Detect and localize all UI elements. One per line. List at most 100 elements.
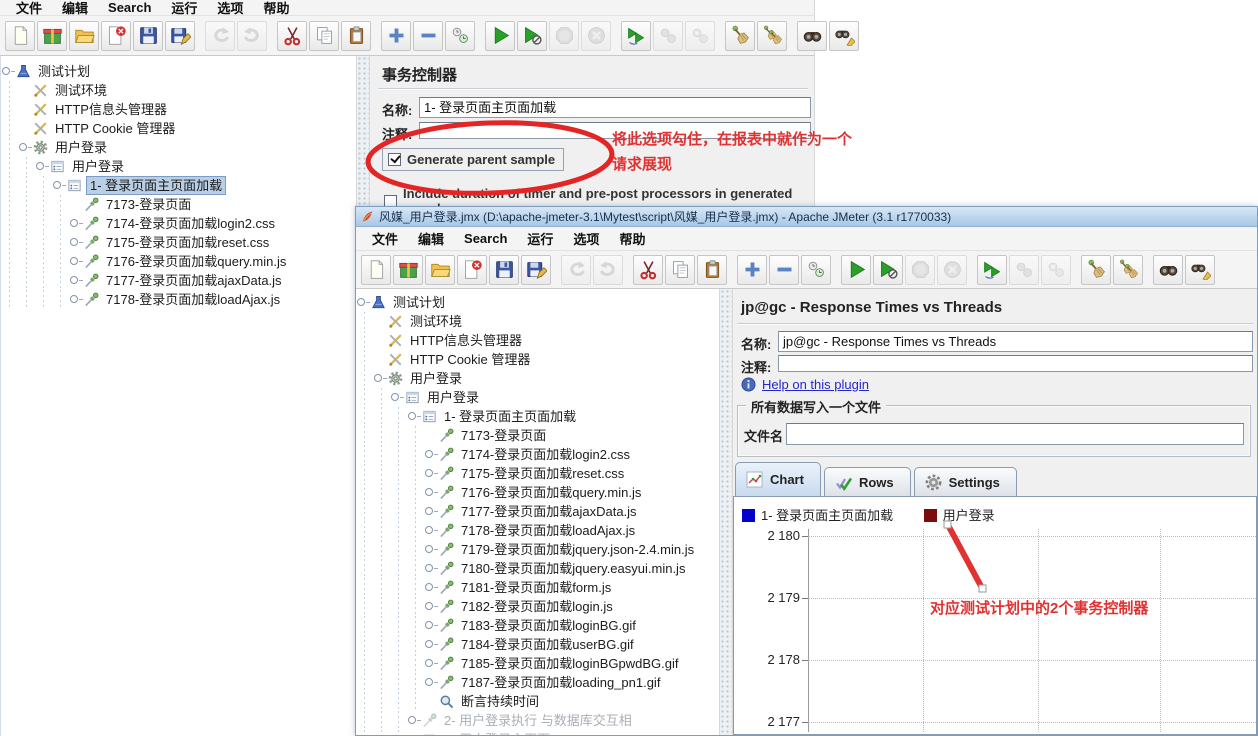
tree-item[interactable]: 7176-登录页面加载query.min.js [356, 483, 719, 502]
tree-expand-handle[interactable] [407, 714, 421, 727]
clear-button[interactable] [725, 20, 755, 51]
save-as-button[interactable] [165, 20, 195, 51]
tree-expand-handle[interactable] [424, 600, 438, 613]
menu-item-5[interactable]: 帮助 [609, 228, 655, 249]
tree-expand-handle[interactable] [424, 676, 438, 689]
tree-expand-handle[interactable] [424, 581, 438, 594]
tree-expand-handle[interactable] [424, 448, 438, 461]
add-button[interactable] [737, 254, 767, 285]
tree-item[interactable]: 7181-登录页面加载form.js [356, 578, 719, 597]
tree-item[interactable]: HTTP Cookie 管理器 [1, 119, 356, 138]
templates-button[interactable] [393, 254, 423, 285]
save-button[interactable] [489, 254, 519, 285]
tree-item[interactable]: 用户登录 [1, 157, 356, 176]
copy-button[interactable] [665, 254, 695, 285]
tree-item[interactable]: 7183-登录页面加载loginBG.gif [356, 616, 719, 635]
menu-item-4[interactable]: 选项 [563, 228, 609, 249]
tab-rows[interactable]: Rows [823, 467, 911, 496]
tree-expand-handle[interactable] [407, 733, 420, 735]
menu-item-0[interactable]: 文件 [362, 228, 408, 249]
tree-item[interactable]: 1- 登录页面主页面加载 [1, 176, 356, 195]
start-no-pauses-button[interactable] [873, 254, 903, 285]
tree-item[interactable]: 7175-登录页面加载reset.css [1, 233, 356, 252]
tree-expand-handle[interactable] [18, 141, 32, 154]
tree-expand-handle[interactable] [35, 160, 49, 173]
tree-item[interactable]: 7187-登录页面加载loading_pn1.gif [356, 673, 719, 692]
tree-item[interactable]: 7180-登录页面加载jquery.easyui.min.js [356, 559, 719, 578]
tab-chart[interactable]: Chart [735, 462, 821, 496]
clear-button[interactable] [1081, 254, 1111, 285]
tree-expand-handle[interactable] [356, 296, 370, 309]
tree-item[interactable]: 用户登录 [356, 369, 719, 388]
tree-expand-handle[interactable] [373, 372, 387, 385]
tree-expand-handle[interactable] [424, 543, 438, 556]
tree-expand-handle[interactable] [69, 255, 83, 268]
tree-item[interactable]: 7174-登录页面加载login2.css [1, 214, 356, 233]
tree-item[interactable]: 7179-登录页面加载jquery.json-2.4.min.js [356, 540, 719, 559]
tree-item[interactable]: 7177-登录页面加载ajaxData.js [356, 502, 719, 521]
name-input[interactable]: jp@gc - Response Times vs Threads [778, 331, 1253, 352]
clear-all-button[interactable] [757, 20, 787, 51]
tree-expand-handle[interactable] [69, 293, 83, 306]
search-reset-button[interactable] [829, 20, 859, 51]
splitter[interactable] [719, 289, 733, 735]
close-file-button[interactable] [101, 20, 131, 51]
tree-item[interactable]: 7185-登录页面加载loginBGpwdBG.gif [356, 654, 719, 673]
tree-item[interactable]: 断言持续时间 [356, 692, 719, 711]
add-button[interactable] [381, 20, 411, 51]
tree-item[interactable]: 7182-登录页面加载login.js [356, 597, 719, 616]
tree-expand-handle[interactable] [424, 638, 438, 651]
tree-item[interactable]: 测试环境 [356, 312, 719, 331]
new-file-button[interactable] [361, 254, 391, 285]
window-titlebar[interactable]: 风媒_用户登录.jmx (D:\apache-jmeter-3.1\Mytest… [356, 207, 1257, 227]
tree-item[interactable]: 测试环境 [1, 81, 356, 100]
generate-parent-sample-checkbox[interactable]: Generate parent sample [382, 148, 565, 171]
tree-item[interactable]: 7173-登录页面 [356, 426, 719, 445]
copy-button[interactable] [309, 20, 339, 51]
name-input[interactable]: 1- 登录页面主页面加载 [419, 97, 811, 118]
tree-item[interactable]: 7184-登录页面加载userBG.gif [356, 635, 719, 654]
tree-expand-handle[interactable] [69, 274, 83, 287]
tree-item[interactable]: 7178-登录页面加载loadAjax.js [1, 290, 356, 309]
tree-expand-handle[interactable] [424, 524, 438, 537]
tree-expand-handle[interactable] [390, 391, 404, 404]
remote-start-all-button[interactable] [977, 254, 1007, 285]
tree-item[interactable]: 1- 登录页面主页面加载 [356, 407, 719, 426]
cut-button[interactable] [633, 254, 663, 285]
start-button[interactable] [841, 254, 871, 285]
new-file-button[interactable] [5, 20, 35, 51]
tree-item[interactable]: HTTP信息头管理器 [1, 100, 356, 119]
open-file-button[interactable] [425, 254, 455, 285]
open-file-button[interactable] [69, 20, 99, 51]
tree-expand-handle[interactable] [69, 217, 83, 230]
close-file-button[interactable] [457, 254, 487, 285]
tree-item[interactable]: 7175-登录页面加载reset.css [356, 464, 719, 483]
tree-expand-handle[interactable] [424, 505, 438, 518]
comment-input[interactable] [778, 355, 1253, 372]
start-no-pauses-button[interactable] [517, 20, 547, 51]
tree-expand-handle[interactable] [52, 179, 66, 192]
tree-item[interactable]: HTTP信息头管理器 [356, 331, 719, 350]
search-button[interactable] [1153, 254, 1183, 285]
menu-item-2[interactable]: Search [454, 230, 517, 247]
tree-item[interactable]: 用户登录 [1, 138, 356, 157]
tree-expand-handle[interactable] [1, 65, 15, 78]
search-reset-button[interactable] [1185, 254, 1215, 285]
templates-button[interactable] [37, 20, 67, 51]
tree-item[interactable]: 7174-登录页面加载login2.css [356, 445, 719, 464]
tree-item[interactable]: 用户登录 [356, 388, 719, 407]
help-on-plugin-link[interactable]: Help on this plugin [762, 377, 869, 392]
tree-expand-handle[interactable] [424, 562, 438, 575]
tree-expand-handle[interactable] [424, 486, 438, 499]
clear-all-button[interactable] [1113, 254, 1143, 285]
menu-item-1[interactable]: 编辑 [408, 228, 454, 249]
tree-item[interactable]: HTTP Cookie 管理器 [356, 350, 719, 369]
menu-item-3[interactable]: 运行 [517, 228, 563, 249]
remove-button[interactable] [769, 254, 799, 285]
cut-button[interactable] [277, 20, 307, 51]
tree-expand-handle[interactable] [69, 236, 83, 249]
save-button[interactable] [133, 20, 163, 51]
filename-input[interactable] [786, 423, 1244, 445]
paste-button[interactable] [697, 254, 727, 285]
toggle-timers-button[interactable] [445, 20, 475, 51]
